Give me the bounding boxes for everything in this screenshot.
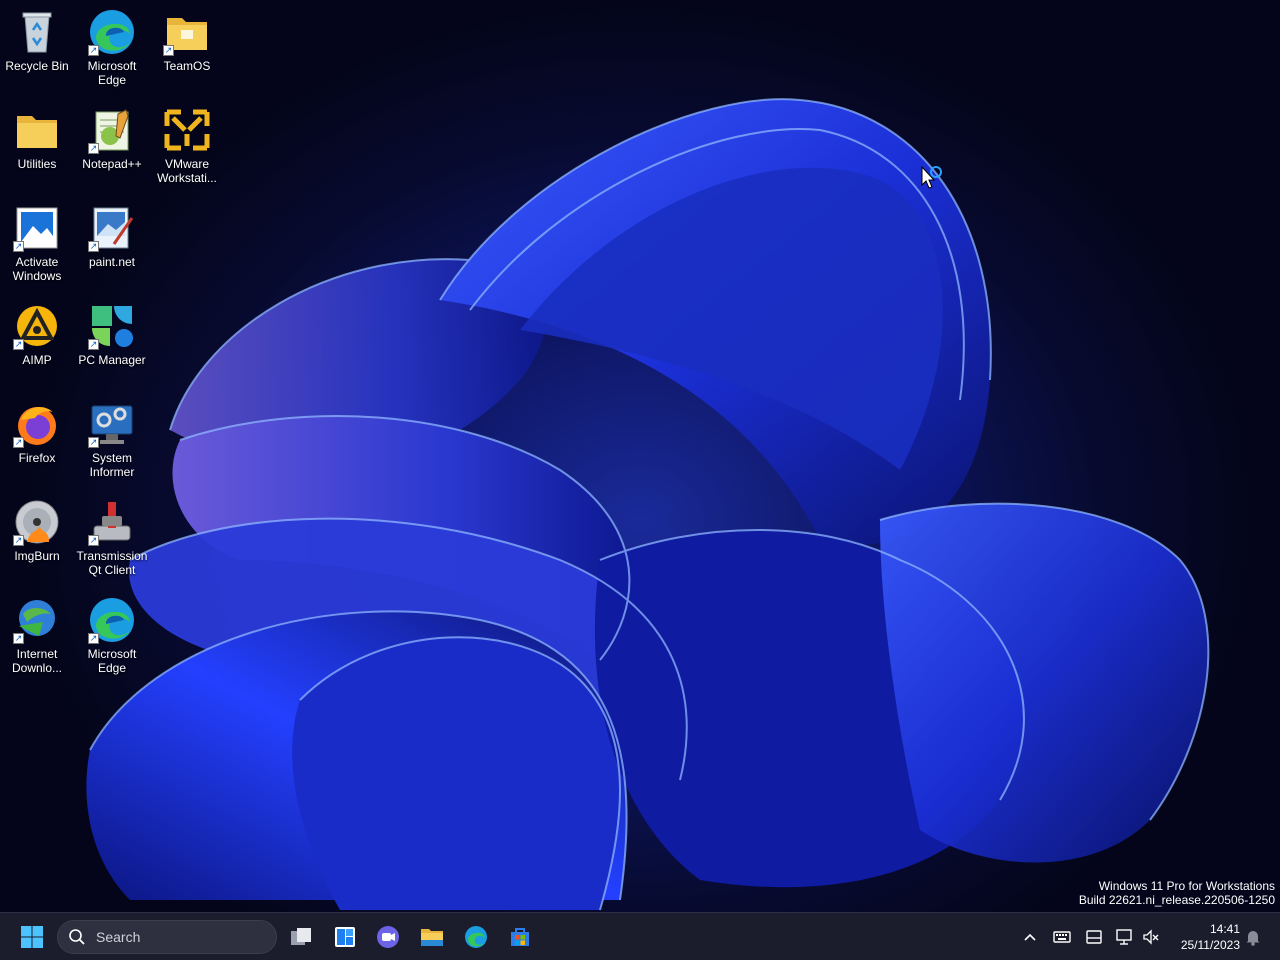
desktop-icon-internet-download-manager[interactable]: ↗ Internet Downlo...: [0, 596, 75, 675]
file-explorer-button[interactable]: [414, 919, 450, 955]
activate-windows-icon: ↗: [13, 204, 61, 252]
desktop-icon-label: AIMP: [22, 353, 52, 367]
desktop-icon-utilities[interactable]: Utilities: [0, 106, 75, 171]
desktop-icon-teamos[interactable]: ↗ TeamOS: [149, 8, 225, 73]
desktop-icon-aimp[interactable]: ↗ AIMP: [0, 302, 75, 367]
pc-manager-icon: ↗: [88, 302, 136, 350]
shortcut-arrow-icon: ↗: [13, 437, 24, 448]
touch-keyboard-button[interactable]: [1052, 927, 1072, 947]
volume-muted-icon: [1143, 929, 1159, 945]
desktop-icon-vmware[interactable]: VMware Workstati...: [149, 106, 225, 185]
windows-build-watermark: Windows 11 Pro for Workstations Build 22…: [1079, 879, 1275, 907]
paint-net-icon: ↗: [88, 204, 136, 252]
folder-icon: [13, 106, 61, 154]
shortcut-arrow-icon: ↗: [13, 241, 24, 252]
notification-bell-icon: [1246, 931, 1260, 946]
desktop-icon-imgburn[interactable]: ↗ ImgBurn: [0, 498, 75, 563]
desktop-icon-label: Transmission Qt Client: [76, 549, 148, 577]
show-hidden-icons-button[interactable]: [1020, 927, 1040, 947]
widgets-button[interactable]: [327, 919, 363, 955]
edge-taskbar-button[interactable]: [458, 919, 494, 955]
taskbar: 14:41 25/11/2023: [0, 912, 1280, 960]
keyboard-icon: [1053, 931, 1071, 943]
desktop-icon-transmission[interactable]: ↗ Transmission Qt Client: [74, 498, 150, 577]
shortcut-arrow-icon: ↗: [88, 143, 99, 154]
shortcut-arrow-icon: ↗: [88, 633, 99, 644]
teams-chat-button[interactable]: [370, 919, 406, 955]
watermark-build: Build 22621.ni_release.220506-1250: [1078, 893, 1275, 907]
desktop-icon-label: Internet Downlo...: [11, 647, 63, 675]
internet-download-manager-icon: ↗: [13, 596, 61, 644]
shortcut-arrow-icon: ↗: [88, 45, 99, 56]
aimp-icon: ↗: [13, 302, 61, 350]
watermark-edition: Windows 11 Pro for Workstations: [1098, 879, 1275, 893]
desktop-icon-label: ImgBurn: [14, 549, 60, 563]
vmware-icon: [163, 106, 211, 154]
desktop-icon-firefox[interactable]: ↗ Firefox: [0, 400, 75, 465]
desktop-icon-recycle-bin[interactable]: Recycle Bin: [0, 8, 75, 73]
edge-icon: ↗: [88, 8, 136, 56]
notepad-plus-plus-icon: ↗: [88, 106, 136, 154]
shortcut-arrow-icon: ↗: [13, 633, 24, 644]
file-explorer-icon: [421, 929, 443, 946]
desktop-icon-microsoft-edge-2[interactable]: ↗ Microsoft Edge: [74, 596, 150, 675]
taskbar-clock[interactable]: 14:41 25/11/2023: [1168, 921, 1240, 953]
recycle-bin-icon: [13, 8, 61, 56]
clock-time: 14:41: [1209, 922, 1240, 936]
desktop-icon-label: TeamOS: [163, 59, 211, 73]
desktop-icon-label: PC Manager: [78, 353, 146, 367]
edge-icon: ↗: [88, 596, 136, 644]
microsoft-store-icon: [511, 928, 529, 946]
desktop-icon-label: Utilities: [17, 157, 57, 171]
input-indicator-button[interactable]: [1084, 927, 1104, 947]
desktop-icon-system-informer[interactable]: ↗ System Informer: [74, 400, 150, 479]
task-view-button[interactable]: [283, 919, 319, 955]
shortcut-arrow-icon: ↗: [13, 339, 24, 350]
desktop-icon-label: VMware Workstati...: [157, 157, 217, 185]
microsoft-store-button[interactable]: [502, 919, 538, 955]
shortcut-arrow-icon: ↗: [13, 535, 24, 546]
desktop-icon-notepad-plus-plus[interactable]: ↗ Notepad++: [74, 106, 150, 171]
desktop-icon-paint-net[interactable]: ↗ paint.net: [74, 204, 150, 269]
task-view-icon: [291, 928, 311, 945]
transmission-icon: ↗: [88, 498, 136, 546]
edge-icon: [465, 926, 487, 948]
shortcut-arrow-icon: ↗: [88, 241, 99, 252]
desktop-icon-label: Activate Windows: [12, 255, 62, 283]
desktop-icon-label: System Informer: [89, 451, 135, 479]
desktop-icon-label: Microsoft Edge: [87, 59, 137, 87]
taskbar-search[interactable]: [57, 920, 277, 954]
shortcut-arrow-icon: ↗: [88, 339, 99, 350]
chevron-up-icon: [1024, 933, 1036, 941]
start-button[interactable]: [14, 919, 50, 955]
desktop-icon-label: Firefox: [18, 451, 56, 465]
desktop-icon-label: paint.net: [88, 255, 136, 269]
volume-button[interactable]: [1141, 927, 1161, 947]
network-icon: [1116, 929, 1132, 945]
firefox-icon: ↗: [13, 400, 61, 448]
widgets-icon: [335, 927, 355, 947]
shortcut-arrow-icon: ↗: [88, 437, 99, 448]
desktop-icon-pc-manager[interactable]: ↗ PC Manager: [74, 302, 150, 367]
mouse-cursor-busy-icon: [921, 166, 942, 189]
network-button[interactable]: [1115, 927, 1135, 947]
imgburn-icon: ↗: [13, 498, 61, 546]
search-icon: [69, 929, 85, 945]
search-input[interactable]: [94, 928, 258, 946]
shortcut-arrow-icon: ↗: [163, 45, 174, 56]
desktop-icon-activate-windows[interactable]: ↗ Activate Windows: [0, 204, 75, 283]
desktop-icon-label: Notepad++: [82, 157, 142, 171]
folder-icon: ↗: [163, 8, 211, 56]
desktop-icon-label: Microsoft Edge: [87, 647, 137, 675]
desktop[interactable]: Recycle Bin ↗ Microsoft Edge ↗ TeamOS Ut…: [0, 0, 1280, 912]
notifications-button[interactable]: [1243, 927, 1263, 947]
shortcut-arrow-icon: ↗: [88, 535, 99, 546]
desktop-icon-microsoft-edge[interactable]: ↗ Microsoft Edge: [74, 8, 150, 87]
teams-chat-icon: [377, 926, 399, 948]
ime-icon: [1086, 930, 1102, 944]
system-informer-icon: ↗: [88, 400, 136, 448]
clock-date: 25/11/2023: [1180, 938, 1240, 952]
start-icon: [21, 926, 43, 948]
desktop-icon-label: Recycle Bin: [5, 59, 69, 73]
